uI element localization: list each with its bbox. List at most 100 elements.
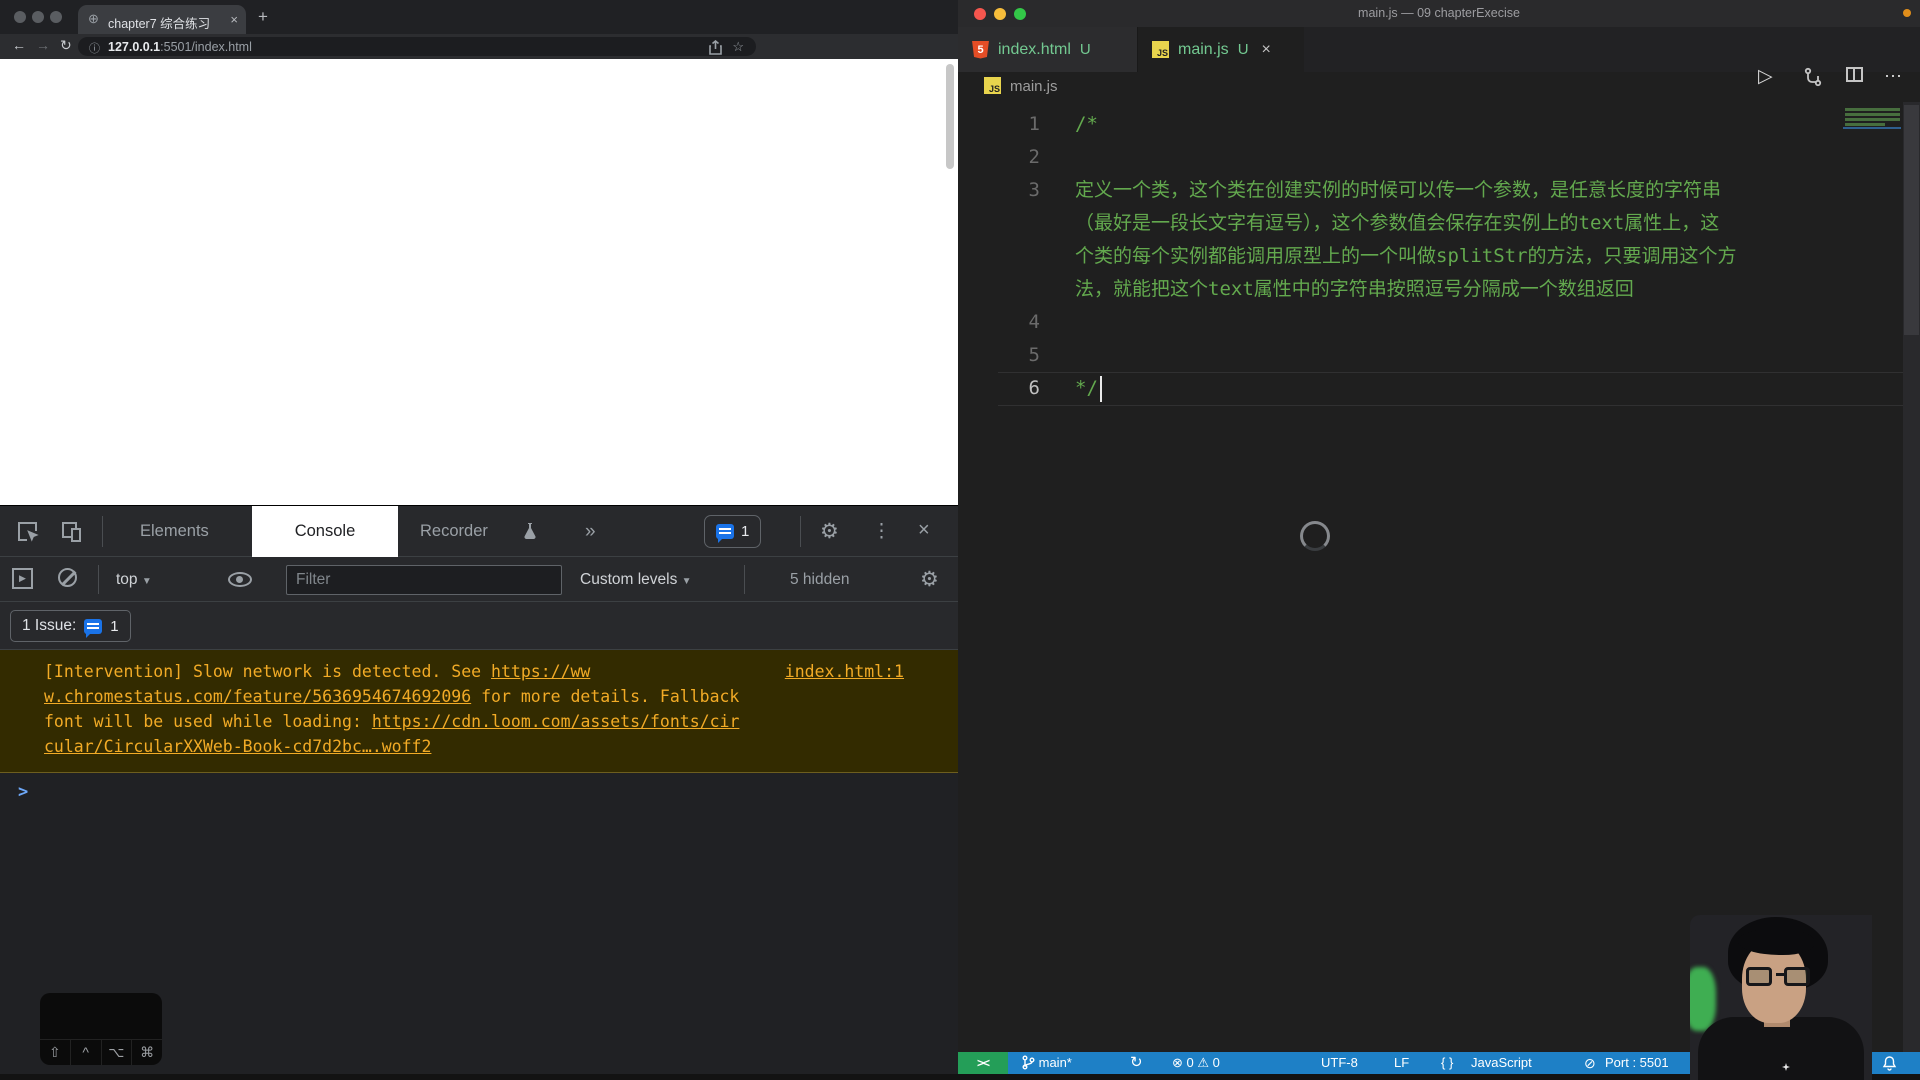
breadcrumb[interactable]: JS main.js xyxy=(958,72,1920,102)
control-key-icon: ^ xyxy=(71,1040,102,1065)
more-tabs-icon[interactable]: » xyxy=(585,506,596,557)
page-scrollbar[interactable] xyxy=(946,64,954,169)
language-item[interactable]: JavaScript xyxy=(1471,1052,1532,1074)
code-line: 法，就能把这个text属性中的字符串按照逗号分隔成一个数组返回 xyxy=(958,273,1903,306)
address-bar[interactable]: ⓘ 127.0.0.1:5501/index.html ☆ xyxy=(78,37,756,56)
webcam-overlay[interactable] xyxy=(1690,915,1872,1080)
braces-icon[interactable]: { } xyxy=(1441,1052,1453,1074)
console-issue-row: 1 Issue: 1 xyxy=(0,602,958,650)
warning-source-link[interactable]: index.html:1 xyxy=(785,659,904,684)
chevron-down-icon: ▼ xyxy=(142,576,152,587)
tab-console[interactable]: Console xyxy=(252,506,398,557)
minimap[interactable] xyxy=(1845,123,1885,126)
issues-bubble-icon xyxy=(716,524,734,539)
greenscreen-edge xyxy=(1690,967,1716,1031)
shift-key-icon: ⇧ xyxy=(40,1040,71,1065)
tab-elements[interactable]: Elements xyxy=(140,506,209,557)
editor-tab-bar: 5 index.html U JS main.js U × ▷ ⋯ xyxy=(958,27,1920,72)
back-icon[interactable]: ← xyxy=(12,37,26,53)
warning-link[interactable]: cular/CircularXXWeb-Book-cd7d2bc….woff2 xyxy=(44,737,431,756)
divider xyxy=(800,516,801,547)
eol-item[interactable]: LF xyxy=(1394,1052,1409,1074)
tab-close-icon[interactable]: × xyxy=(230,12,238,27)
chevron-down-icon: ▼ xyxy=(682,576,692,587)
git-untracked-badge: U xyxy=(1238,41,1249,58)
issue-label: 1 Issue: xyxy=(22,617,76,635)
text-cursor xyxy=(1100,376,1102,402)
browser-tab-bar: ⊕ chapter7 综合练习 × + xyxy=(0,0,958,34)
editor-scrollbar-thumb[interactable] xyxy=(1904,105,1919,335)
minimap[interactable] xyxy=(1845,113,1900,116)
code-line: 2 xyxy=(958,141,1903,174)
hidden-messages-label: 5 hidden xyxy=(790,557,849,602)
screen-bottom-edge xyxy=(0,1074,1920,1080)
minimap-slider[interactable] xyxy=(1843,127,1901,129)
git-branch-item[interactable]: main* xyxy=(1022,1052,1072,1074)
port-slash-icon: ⊘ xyxy=(1584,1052,1596,1074)
devtools-menu-icon[interactable]: ⋮ xyxy=(872,520,891,543)
window-minimize-button[interactable] xyxy=(32,11,44,23)
port-item[interactable]: Port : 5501 xyxy=(1605,1052,1669,1074)
vscode-title-bar[interactable]: main.js — 09 chapterExecise xyxy=(958,0,1920,27)
tab-close-icon[interactable]: × xyxy=(1262,41,1271,59)
glasses-bridge xyxy=(1776,973,1784,976)
option-key-icon: ⌥ xyxy=(102,1040,133,1065)
git-untracked-badge: U xyxy=(1080,41,1091,58)
inspect-element-icon[interactable] xyxy=(16,520,40,544)
live-expression-eye-icon[interactable] xyxy=(228,572,252,587)
issues-badge-count: 1 xyxy=(741,523,749,540)
devtools-close-icon[interactable]: × xyxy=(918,519,930,542)
tab-index-html[interactable]: 5 index.html U xyxy=(958,27,1138,72)
minimap[interactable] xyxy=(1845,108,1900,111)
minimap[interactable] xyxy=(1845,118,1900,121)
site-info-icon[interactable]: ⓘ xyxy=(89,40,100,56)
browser-window: ⊕ chapter7 综合练习 × + ← → ↻ ⓘ 127.0.0.1:55… xyxy=(0,0,958,1080)
clear-console-icon[interactable] xyxy=(58,568,77,587)
warning-icon: ⚠ xyxy=(1197,1055,1209,1070)
window-close-button[interactable] xyxy=(14,11,26,23)
issues-badge[interactable]: 1 xyxy=(704,515,761,548)
browser-tab[interactable]: ⊕ chapter7 综合练习 × xyxy=(78,5,246,34)
divider xyxy=(744,565,745,594)
keystroke-visualizer: ⇧ ^ ⌥ ⌘ xyxy=(40,993,162,1065)
code-line: 5 xyxy=(958,339,1903,372)
error-icon: ⊗ xyxy=(1172,1055,1183,1070)
console-sidebar-icon[interactable]: ▶ xyxy=(12,568,33,589)
tab-recorder[interactable]: Recorder xyxy=(420,506,488,557)
share-icon[interactable] xyxy=(709,40,722,55)
warning-line: w.chromestatus.com/feature/5636954674692… xyxy=(44,684,958,709)
flask-icon xyxy=(523,522,537,540)
browser-toolbar: ← → ↻ ⓘ 127.0.0.1:5501/index.html ☆ f? N… xyxy=(0,34,958,59)
window-zoom-button[interactable] xyxy=(50,11,62,23)
forward-icon[interactable]: → xyxy=(36,37,50,53)
console-prompt-chevron[interactable]: > xyxy=(18,782,28,802)
reload-icon[interactable]: ↻ xyxy=(60,37,72,54)
devtools-settings-gear-icon[interactable]: ⚙ xyxy=(820,519,839,544)
recording-indicator-dot xyxy=(1903,9,1911,17)
console-toolbar: ▶ top ▼ Custom levels ▼ 5 hidden ⚙ xyxy=(0,557,958,602)
code-editor[interactable]: 1/* 2 3定义一个类，这个类在创建实例的时候可以传一个参数，是任意长度的字符… xyxy=(958,102,1903,1052)
sync-icon[interactable]: ↻ xyxy=(1130,1052,1143,1074)
warning-link[interactable]: https://ww xyxy=(491,662,590,681)
code-line: 3定义一个类，这个类在创建实例的时候可以传一个参数，是任意长度的字符串 xyxy=(958,174,1903,207)
log-levels-selector[interactable]: Custom levels ▼ xyxy=(580,557,692,604)
bookmark-star-icon[interactable]: ☆ xyxy=(732,39,744,55)
context-selector[interactable]: top ▼ xyxy=(116,557,152,604)
modifier-key-row: ⇧ ^ ⌥ ⌘ xyxy=(40,1039,162,1065)
console-settings-gear-icon[interactable]: ⚙ xyxy=(920,567,939,592)
page-content[interactable] xyxy=(0,59,958,505)
console-warning-message: [Intervention] Slow network is detected.… xyxy=(0,650,958,773)
console-filter-input[interactable] xyxy=(286,565,562,595)
tab-main-js[interactable]: JS main.js U × xyxy=(1138,27,1304,72)
device-toolbar-icon[interactable] xyxy=(60,520,84,544)
issues-bubble-icon xyxy=(84,619,102,634)
warning-link[interactable]: w.chromestatus.com/feature/5636954674692… xyxy=(44,687,471,706)
browser-tab-title: chapter7 综合练习 xyxy=(108,13,220,32)
remote-indicator[interactable]: >< xyxy=(958,1052,1008,1074)
js-file-icon: JS xyxy=(1152,41,1169,58)
issue-chip[interactable]: 1 Issue: 1 xyxy=(10,610,131,642)
problems-item[interactable]: ⊗ 0 ⚠ 0 xyxy=(1172,1052,1220,1074)
warning-link[interactable]: https://cdn.loom.com/assets/fonts/cir xyxy=(372,712,740,731)
encoding-item[interactable]: UTF-8 xyxy=(1321,1052,1358,1074)
new-tab-button[interactable]: + xyxy=(258,7,268,27)
